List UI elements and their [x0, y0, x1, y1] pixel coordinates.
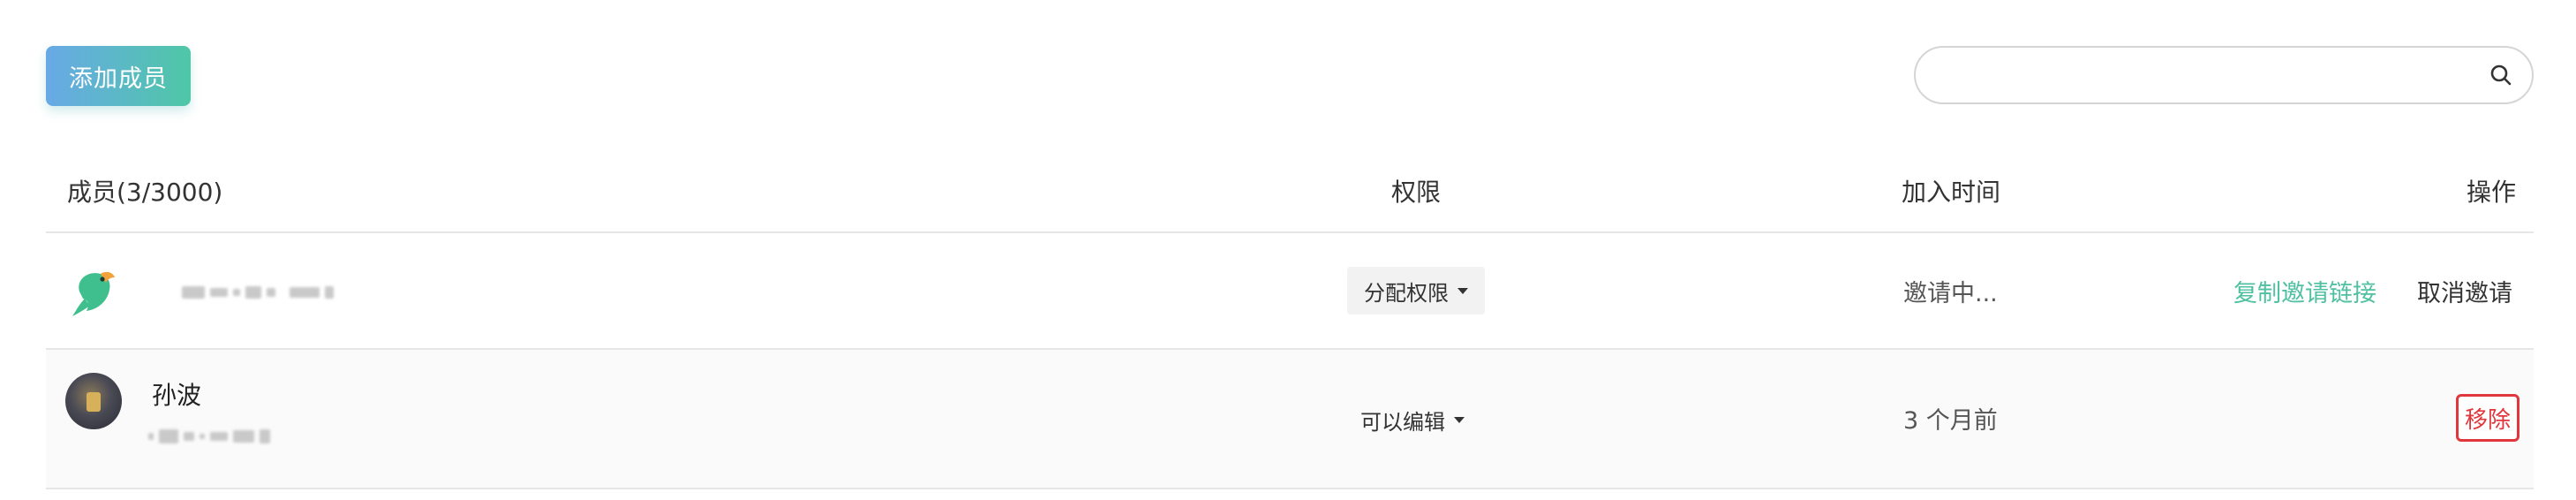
column-header-joined: 加入时间	[1902, 178, 2001, 207]
joined-time: 3 个月前	[1903, 407, 1998, 435]
joined-status: 邀请中...	[1903, 280, 1998, 307]
search-icon[interactable]	[2489, 64, 2512, 87]
copy-invite-link[interactable]: 复制邀请链接	[2233, 274, 2376, 308]
table-row: 孙波 可以编辑 3 个月前 移除	[46, 350, 2534, 489]
permission-label: 可以编辑	[1360, 409, 1445, 435]
parrot-icon	[72, 271, 115, 316]
assign-permission-dropdown[interactable]: 分配权限	[1347, 267, 1485, 314]
header-divider	[46, 231, 2534, 233]
caret-down-icon	[1457, 287, 1468, 294]
member-email-redacted	[182, 286, 334, 299]
permission-label: 分配权限	[1364, 280, 1449, 306]
user-avatar	[65, 373, 122, 429]
add-member-button[interactable]: 添加成员	[46, 46, 191, 106]
search-input[interactable]	[1939, 58, 2472, 94]
permission-dropdown[interactable]: 可以编辑	[1347, 396, 1478, 443]
column-header-actions: 操作	[2466, 178, 2516, 207]
column-header-permission: 权限	[1391, 178, 1442, 207]
member-name: 孙波	[152, 381, 202, 410]
row-divider	[46, 488, 2534, 489]
table-row: 分配权限 邀请中... 复制邀请链接 取消邀请	[46, 235, 2534, 348]
column-header-member: 成员(3/3000)	[67, 178, 223, 207]
caret-down-icon	[1454, 416, 1465, 423]
remove-member-button[interactable]: 移除	[2456, 394, 2520, 442]
member-email-redacted	[148, 429, 270, 443]
search-box[interactable]	[1914, 46, 2534, 104]
cancel-invite-link[interactable]: 取消邀请	[2417, 274, 2512, 308]
